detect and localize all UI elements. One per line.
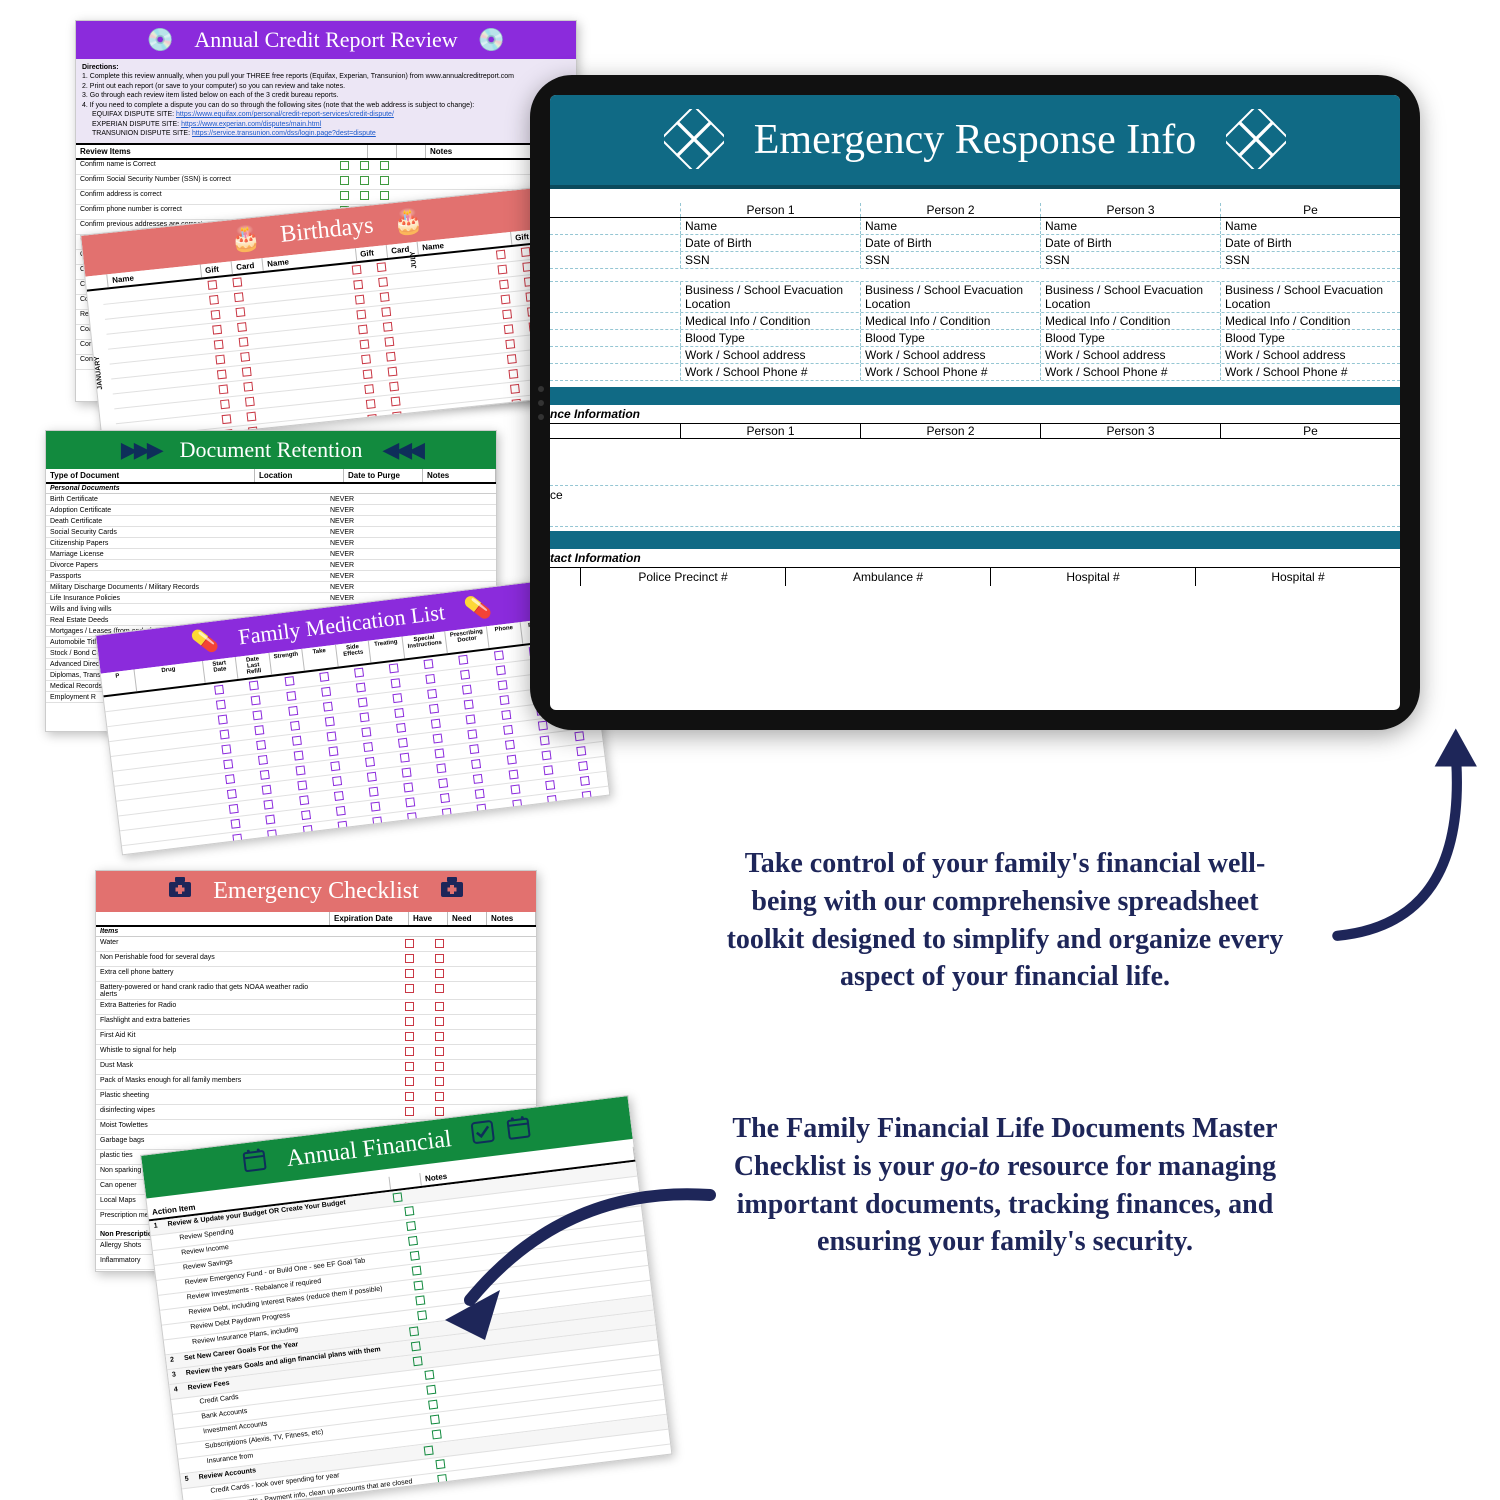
pill-icon: 💊 xyxy=(190,627,220,656)
dir1: 1. Complete this review annually, when y… xyxy=(82,72,570,81)
credit-title: Annual Credit Report Review xyxy=(194,27,457,53)
emergency-title: Emergency Checklist xyxy=(213,878,419,905)
rh-purge: Date to Purge xyxy=(344,469,423,482)
dispute-tu-url[interactable]: https://service.transunion.com/dss/login… xyxy=(192,130,376,137)
checkbox-icon xyxy=(469,1119,497,1153)
arrow-icon: ▶▶▶ xyxy=(121,437,160,463)
sec3: tact Information xyxy=(550,549,1400,568)
retention-section: Personal Documents xyxy=(46,484,496,494)
directions-label: Directions: xyxy=(82,63,570,72)
col-review-items: Review Items xyxy=(76,145,339,158)
dispute-eq: EQUIFAX DISPUTE SITE: xyxy=(92,111,174,118)
retention-title: Document Retention xyxy=(180,437,363,463)
dispute-eq-url[interactable]: https://www.equifax.com/personal/credit-… xyxy=(176,111,394,118)
tablet-device: Emergency Response Info Person 1Person 2… xyxy=(530,75,1420,730)
bh-gift: Gift xyxy=(201,261,233,277)
dir4: 4. If you need to complete a dispute you… xyxy=(82,101,570,110)
rh-loc: Location xyxy=(255,469,344,482)
firstaid-icon xyxy=(167,877,193,906)
disc-icon: 💿 xyxy=(147,27,174,53)
eh-exp: Expiration Date xyxy=(330,912,409,925)
cake-icon: 🎂 xyxy=(392,206,425,238)
dispute-ex: EXPERIAN DISPUTE SITE: xyxy=(92,121,179,128)
calendar-icon xyxy=(241,1147,269,1181)
dispute-ex-url[interactable]: https://www.experian.com/disputes/main.h… xyxy=(181,121,321,128)
diamond-icon xyxy=(1226,109,1286,172)
eh-have: Have xyxy=(409,912,448,925)
em-section: Items xyxy=(96,927,536,937)
copy-2: The Family Financial Life Documents Mast… xyxy=(720,1110,1290,1261)
arrow-up-icon xyxy=(1275,720,1500,940)
bh-card: Card xyxy=(232,258,264,274)
dir3: 3. Go through each review item listed be… xyxy=(82,91,570,100)
eh-notes: Notes xyxy=(487,912,536,925)
rh-type: Type of Document xyxy=(46,469,255,482)
tablet-title: Emergency Response Info xyxy=(754,116,1196,164)
disc-icon: 💿 xyxy=(478,27,505,53)
month-jul: JULY xyxy=(410,250,427,269)
arrow-icon: ◀◀◀ xyxy=(382,437,421,463)
sec2-line: ce xyxy=(550,486,1400,504)
bh-gift2: Gift xyxy=(356,245,388,261)
calendar-icon xyxy=(505,1114,533,1148)
copy-1: Take control of your family's financial … xyxy=(720,845,1290,996)
firstaid-icon xyxy=(439,877,465,906)
eh-need: Need xyxy=(448,912,487,925)
sec2: nce Information xyxy=(550,405,1400,424)
dir2: 2. Print out each report (or save to you… xyxy=(82,82,570,91)
pill-icon: 💊 xyxy=(463,594,493,623)
diamond-icon xyxy=(664,109,724,172)
rh-notes: Notes xyxy=(423,469,496,482)
birthdays-title: Birthdays xyxy=(279,212,375,249)
cake-icon: 🎂 xyxy=(229,223,262,255)
arrow-left-icon xyxy=(415,1180,715,1350)
dispute-tu: TRANSUNION DISPUTE SITE: xyxy=(92,130,190,137)
